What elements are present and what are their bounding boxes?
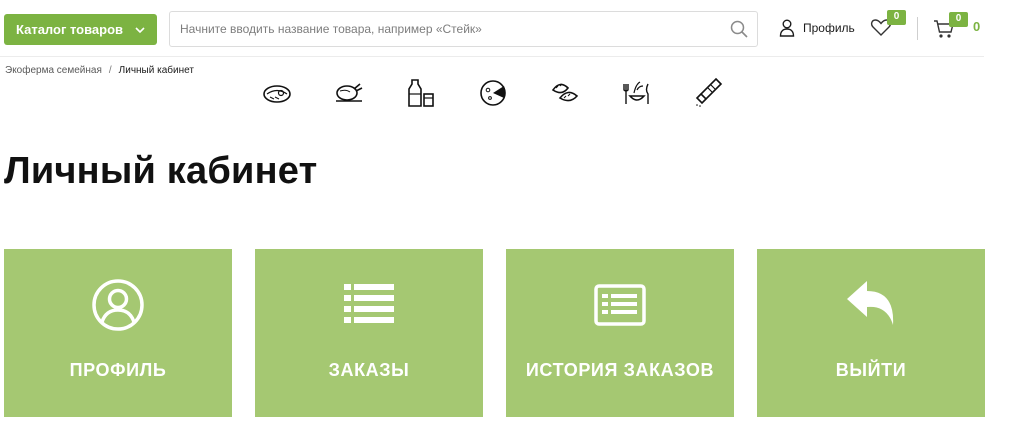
milk-icon[interactable] [406, 76, 436, 108]
order-history-tile-label: ИСТОРИЯ ЗАКАЗОВ [525, 360, 715, 380]
orders-tile[interactable]: ЗАКАЗЫ [255, 249, 483, 417]
header-divider [917, 17, 918, 40]
breadcrumb: Экоферма семейная / Личный кабинет [5, 65, 194, 76]
page-title: Личный кабинет [4, 150, 318, 192]
profile-link[interactable]: Профиль [779, 18, 855, 38]
catalog-button[interactable]: Каталог товаров [4, 14, 157, 45]
catalog-button-label: Каталог товаров [16, 22, 124, 37]
restaurant-icon[interactable] [622, 76, 652, 108]
list-icon [344, 284, 394, 323]
profile-tile[interactable]: ПРОФИЛЬ [4, 249, 232, 417]
profile-tile-label: ПРОФИЛЬ [69, 360, 167, 380]
profile-link-label: Профиль [803, 21, 855, 35]
chevron-down-icon [135, 27, 145, 34]
breadcrumb-current: Личный кабинет [118, 65, 194, 76]
cart-total[interactable]: 0 [973, 19, 980, 34]
dumplings-icon[interactable] [550, 76, 580, 108]
search-input[interactable] [170, 12, 730, 46]
steak-icon[interactable] [262, 76, 292, 108]
user-circle-icon [92, 279, 144, 331]
breadcrumb-separator: / [108, 65, 112, 76]
header: Каталог товаров Профиль 0 0 0 [0, 0, 984, 57]
order-history-tile[interactable]: ИСТОРИЯ ЗАКАЗОВ [506, 249, 734, 417]
order-history-icon [594, 284, 646, 326]
logout-tile[interactable]: ВЫЙТИ [757, 249, 985, 417]
category-icons [262, 76, 732, 110]
orders-tile-label: ЗАКАЗЫ [328, 360, 410, 380]
cart-count-badge: 0 [949, 12, 968, 27]
reply-arrow-icon [847, 281, 894, 325]
user-icon [779, 19, 795, 37]
search-box [169, 11, 758, 47]
cheese-icon[interactable] [478, 76, 508, 108]
logout-tile-label: ВЫЙТИ [835, 360, 907, 380]
spices-icon[interactable] [694, 76, 724, 108]
favorites-count-badge: 0 [887, 10, 906, 25]
chicken-icon[interactable] [334, 76, 364, 108]
breadcrumb-home-link[interactable]: Экоферма семейная [5, 65, 102, 76]
search-icon[interactable] [730, 20, 748, 38]
